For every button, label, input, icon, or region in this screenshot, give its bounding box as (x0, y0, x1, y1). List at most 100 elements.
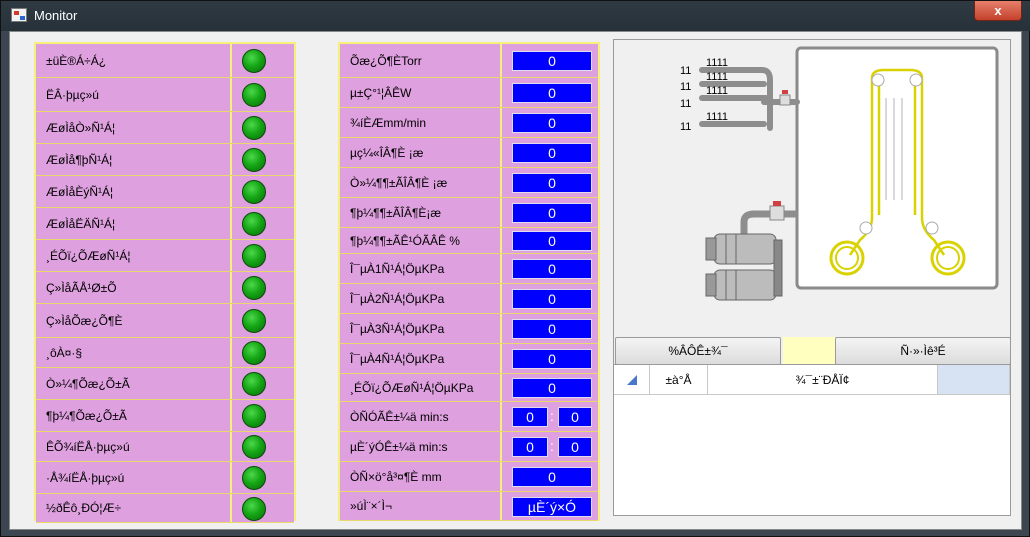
column-header-message[interactable]: ¾¯±¨ÐÅÏ¢ (708, 365, 938, 395)
status-label: ÊÕ¾íËÅ·þµç»ú (36, 432, 232, 461)
value-row: µÈ´ýÓÊ±¼ä min:s 0:0 (340, 432, 598, 462)
status-row: Ò»¼¶Õæ¿Õ±Ã (36, 368, 294, 400)
value-label: ÒÑ×ö°å³¤¶È mm (340, 462, 502, 491)
seconds-value: 0 (558, 407, 592, 427)
value-label: »úÌ¨×´Ì¬ (340, 492, 502, 520)
status-led-icon (242, 244, 266, 268)
status-row: ¸ÉÕï¿ÕÆøÑ¹Á¦ (36, 240, 294, 272)
roller-bottom-left (859, 221, 873, 235)
value-row: µ±Ç°¹¦ÂÊW 0 (340, 78, 598, 108)
alarm-button[interactable]: %ÂÔÊ±¾¯ (615, 337, 781, 365)
roller-top-right (909, 73, 923, 87)
cycle-button[interactable]: Ñ·»·Ìê³É (835, 337, 1011, 365)
status-row: ¶þ¼¶Õæ¿Õ±Ã (36, 400, 294, 432)
status-row: ÊÕ¾íËÅ·þµç»ú (36, 432, 294, 462)
value-label: Î¯µÀ1Ñ¹Á¦ÖµKPa (340, 254, 502, 283)
status-led-icon (242, 435, 266, 459)
status-panel: ±üÈ®Á÷Á¿ ËÂ·þµç»ú ÆøÌåÒ»Ñ¹Á¦ ÆøÌå¶þÑ¹Á¦ ÆøÌå… (34, 42, 296, 523)
roller-top-left (871, 73, 885, 87)
channel-number: 11 (680, 65, 691, 77)
value-label: µÈ´ýÓÊ±¼ä min:s (340, 432, 502, 461)
pump-motor (705, 233, 783, 301)
value-label: ¸ÉÕï¿ÕÆøÑ¹Á¦ÖµKPa (340, 374, 502, 401)
status-led-icon (242, 466, 266, 490)
value-readout: 0 (512, 319, 592, 339)
status-label: ÆøÌåËÄÑ¹Á¦ (36, 208, 232, 239)
status-led-icon (242, 404, 266, 428)
value-row: Î¯µÀ1Ñ¹Á¦ÖµKPa 0 (340, 254, 598, 284)
roller-bottom-right (925, 221, 939, 235)
status-label: ¶þ¼¶Õæ¿Õ±Ã (36, 400, 232, 431)
status-label: Ç»ÌåÕæ¿Õ¶È (36, 304, 232, 337)
value-row: ¸ÉÕï¿ÕÆøÑ¹Á¦ÖµKPa 0 (340, 374, 598, 402)
value-label: Ò»¼¶¶±ÃÎÂ¶È ¡æ (340, 168, 502, 197)
value-row: ¾íÈÆmm/min 0 (340, 108, 598, 138)
window-title: Monitor (34, 8, 78, 23)
value-label: Î¯µÀ2Ñ¹Á¦ÖµKPa (340, 284, 502, 313)
status-label: ËÂ·þµç»ú (36, 78, 232, 111)
right-panel: 11 1111 11 1111 11 1111 11 1111 %ÂÔÊ±¾¯ Ñ·»·Ìê³… (613, 39, 1011, 516)
title-bar: Monitor x (1, 1, 1030, 31)
app-icon (11, 8, 27, 22)
channel-number: 11 (680, 81, 691, 93)
status-led-icon (242, 497, 266, 521)
value-row: »úÌ¨×´Ì¬ µÈ´ý×Ó (340, 492, 598, 521)
value-readout: 0 (512, 173, 592, 193)
status-led-icon (242, 83, 266, 107)
status-led-icon (242, 372, 266, 396)
value-readout: 0 (512, 289, 592, 309)
status-led-icon (242, 276, 266, 300)
alarm-table[interactable]: ±à°Å ¾¯±¨ÐÅÏ¢ (614, 364, 1010, 515)
status-label: ·Å¾íËÅ·þµç»ú (36, 462, 232, 493)
monitor-window: Monitor x ±üÈ®Á÷Á¿ ËÂ·þµç»ú ÆøÌåÒ»Ñ¹Á¦ ÆøÌå… (0, 0, 1030, 537)
value-label: Î¯µÀ4Ñ¹Á¦ÖµKPa (340, 344, 502, 373)
status-row: ¸ôÀ¤·§ (36, 338, 294, 368)
value-label: ÒÑÓÃÊ±¼ä min:s (340, 402, 502, 431)
table-corner[interactable] (614, 365, 650, 395)
close-button[interactable]: x (974, 1, 1022, 21)
status-led-icon (242, 341, 266, 365)
value-readout: 0 (512, 231, 592, 251)
status-label: ¸ÉÕï¿ÕÆøÑ¹Á¦ (36, 240, 232, 271)
column-header-id[interactable]: ±à°Å (650, 365, 708, 395)
channel-value: 1111 (706, 111, 728, 123)
status-label: Ç»ÌåÃÅ¹Ø±Õ (36, 272, 232, 303)
value-row: ¶þ¼¶¶±ÃÎÂ¶È¡æ 0 (340, 198, 598, 228)
status-led-icon (242, 148, 266, 172)
value-readout: 0 (512, 113, 592, 133)
button-spacer (783, 337, 835, 365)
value-readout: µÈ´ý×Ó (512, 497, 592, 517)
value-row: Î¯µÀ2Ñ¹Á¦ÖµKPa 0 (340, 284, 598, 314)
value-row: ÒÑÓÃÊ±¼ä min:s 0:0 (340, 402, 598, 432)
minutes-value: 0 (512, 437, 548, 457)
value-label: ¶þ¼¶¶±ÃÎÂ¶È¡æ (340, 198, 502, 227)
value-label: µç¼«ÎÂ¶È ¡æ (340, 138, 502, 167)
value-row: Õæ¿Õ¶ÈTorr 0 (340, 44, 598, 78)
value-readout: 0 (512, 143, 592, 163)
status-label: ±üÈ®Á÷Á¿ (36, 44, 232, 77)
column-header-filler (938, 365, 1010, 395)
status-label: ¸ôÀ¤·§ (36, 338, 232, 367)
value-readout: 0 (512, 83, 592, 103)
status-row: Ç»ÌåÃÅ¹Ø±Õ (36, 272, 294, 304)
machine-diagram: 111111111111111111111111 (680, 46, 999, 301)
value-row: ÒÑ×ö°å³¤¶È mm 0 (340, 462, 598, 492)
channel-number: 11 (680, 98, 691, 110)
status-label: ½ðÊô¸ÐÓ¦Æ÷ (36, 494, 232, 522)
status-led-icon (242, 309, 266, 333)
value-row: ¶þ¼¶¶±ÃÊ¹ÓÃÂÊ % 0 (340, 228, 598, 254)
status-label: ÆøÌå¶þÑ¹Á¦ (36, 144, 232, 175)
time-separator: : (550, 408, 554, 424)
status-row: ÆøÌåÈýÑ¹Á¦ (36, 176, 294, 208)
value-readout: 0 (512, 259, 592, 279)
value-label: Õæ¿Õ¶ÈTorr (340, 44, 502, 77)
time-separator: : (550, 438, 554, 454)
chamber-box (795, 46, 999, 290)
pump-valve (769, 205, 785, 221)
values-panel: Õæ¿Õ¶ÈTorr 0 µ±Ç°¹¦ÂÊW 0 ¾íÈÆmm/min 0 µç¼«ÎÂ¶È… (338, 42, 600, 521)
value-row: Ò»¼¶¶±ÃÎÂ¶È ¡æ 0 (340, 168, 598, 198)
gas-valve (779, 94, 791, 106)
seconds-value: 0 (558, 437, 592, 457)
value-row: µç¼«ÎÂ¶È ¡æ 0 (340, 138, 598, 168)
client-area: ±üÈ®Á÷Á¿ ËÂ·þµç»ú ÆøÌåÒ»Ñ¹Á¦ ÆøÌå¶þÑ¹Á¦ ÆøÌå… (9, 31, 1022, 530)
